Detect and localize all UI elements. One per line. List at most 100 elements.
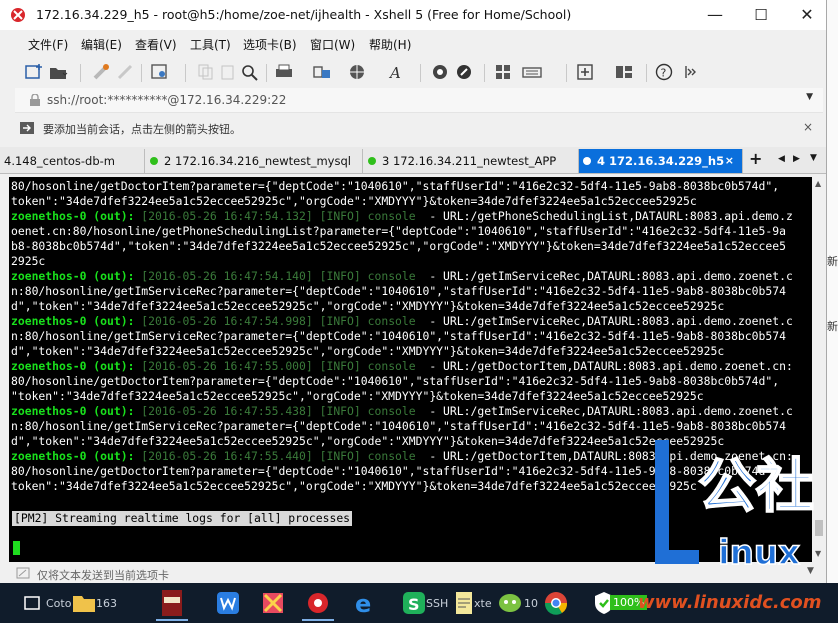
toolbar-separator [646, 64, 647, 82]
wps-writer-icon[interactable] [212, 587, 244, 619]
xshell-taskbar-icon[interactable] [302, 587, 334, 621]
hint-close-icon[interactable]: × [803, 120, 813, 134]
compose-bar[interactable]: 仅将文本发送到当前选项卡 ▼ [0, 564, 826, 583]
terminal-scrollbar[interactable]: ▲ ▼ [812, 177, 826, 562]
terminal-line: oenet.cn:80/hosonline/getPhoneScheduling… [11, 224, 811, 239]
toolbar-separator [141, 64, 142, 82]
log-message: - URL:/getImServiceRec,DATAURL:8083.api.… [422, 314, 793, 328]
terminal[interactable]: 80/hosonline/getDoctorItem?parameter={"d… [9, 177, 812, 562]
linux-probe-book-icon[interactable] [156, 587, 188, 621]
terminal-line: b8-8038bc0b574d","token":"34de7dfef3224e… [11, 239, 811, 254]
chat-app-icon[interactable] [494, 587, 526, 619]
paste-icon[interactable] [218, 63, 238, 81]
tab-session-3[interactable]: 3 172.16.34.211_newtest_APP [364, 149, 579, 173]
close-button[interactable]: ✕ [784, 0, 830, 30]
process-name: zoenethos-0 (out): [11, 404, 135, 418]
log-message: - URL:/getImServiceRec,DATAURL:8083.api.… [422, 269, 793, 283]
connected-dot-icon [583, 157, 591, 165]
scroll-up-icon[interactable]: ▲ [815, 179, 821, 188]
compose-dropdown-icon[interactable]: ▼ [807, 566, 814, 576]
reconnect-icon[interactable] [92, 63, 112, 81]
log-message: - URL:/getImServiceRec,DATAURL:8083.api.… [422, 404, 793, 418]
scrollbar-thumb[interactable] [815, 520, 823, 536]
watermark-url: www.linuxidc.com [638, 592, 822, 613]
log-message: d","token":"34de7dfef3224ee5a1c52eccee52… [11, 344, 725, 358]
terminal-line: "token":"34de7dfef3224ee5a1c52eccee52925… [11, 389, 811, 404]
toolbar: A ? [0, 57, 826, 87]
session-hint-bar: 要添加当前会话，点击左侧的箭头按钮。 × [15, 115, 823, 141]
title-bar: 172.16.34.229_h5 - root@h5:/home/zoe-net… [0, 0, 826, 30]
toolbar-separator [420, 64, 421, 82]
terminal-line: token":"34de7dfef3224ee5a1c52eccee52925c… [11, 194, 811, 209]
terminal-line: zoenethos-0 (out): [2016-05-26 16:47:54.… [11, 269, 811, 284]
address-bar[interactable]: ssh://root:**********@172.16.34.229:22 ▼ [15, 88, 823, 113]
toolbar-separator [266, 64, 267, 82]
log-timestamp: [2016-05-26 16:47:54.140] [INFO] console [134, 269, 423, 283]
taskbar-label: 10 [524, 597, 538, 610]
tab-session-1[interactable]: 4.148_centos-db-m [0, 149, 145, 173]
log-message: n:80/hosonline/getImServiceRec?parameter… [11, 329, 786, 343]
tab-close-icon[interactable]: × [725, 149, 734, 173]
taskbar-label: xte [474, 597, 492, 610]
menu-file[interactable]: 文件(F) [28, 36, 68, 53]
xmind-icon[interactable] [257, 587, 289, 619]
maximize-button[interactable]: ☐ [738, 0, 784, 30]
layout-icon[interactable] [494, 63, 514, 81]
edge-browser-icon[interactable]: e [350, 587, 382, 619]
xftp-icon[interactable] [430, 63, 450, 81]
log-message: 80/hosonline/getDoctorItem?parameter={"d… [11, 464, 780, 478]
terminal-line: zoenethos-0 (out): [2016-05-26 16:47:54.… [11, 209, 811, 224]
background-window-edge [827, 0, 838, 583]
find-icon[interactable] [240, 63, 260, 81]
new-session-icon[interactable] [24, 63, 44, 81]
transfer-icon[interactable] [312, 63, 332, 81]
tab-session-4-active[interactable]: 4 172.16.34.229_h5 × [579, 149, 743, 173]
disconnect-icon[interactable] [116, 63, 136, 81]
connected-dot-icon [368, 157, 376, 165]
tab-label: 4 172.16.34.229_h5 [597, 154, 725, 168]
script-icon[interactable] [454, 63, 474, 81]
keyboard-icon[interactable] [522, 63, 542, 81]
taskbar-label: 163 [96, 597, 117, 610]
address-dropdown-icon[interactable]: ▼ [806, 92, 813, 102]
copy-icon[interactable] [196, 63, 216, 81]
open-folder-icon[interactable] [48, 63, 68, 81]
terminal-line: 2925c [11, 254, 811, 269]
help-icon[interactable]: ? [655, 63, 675, 81]
tab-scroll-right-icon[interactable]: ▶ [793, 154, 800, 164]
menu-help[interactable]: 帮助(H) [369, 36, 411, 53]
minimize-button[interactable]: — [692, 0, 738, 30]
session-arrow-icon[interactable] [19, 121, 37, 135]
font-icon[interactable]: A [388, 63, 408, 81]
add-icon[interactable] [576, 63, 596, 81]
menu-view[interactable]: 查看(V) [135, 36, 177, 53]
svg-text:S: S [408, 595, 420, 614]
terminal-line: d","token":"34de7dfef3224ee5a1c52eccee52… [11, 434, 811, 449]
tab-label: 2 172.16.34.216_newtest_mysql [164, 154, 351, 168]
terminal-line: d","token":"34de7dfef3224ee5a1c52eccee52… [11, 299, 811, 314]
tab-scroll-left-icon[interactable]: ◀ [778, 154, 785, 164]
properties-icon[interactable] [150, 63, 170, 81]
menu-edit[interactable]: 编辑(E) [81, 36, 122, 53]
menu-window[interactable]: 窗口(W) [310, 36, 355, 53]
window-title: 172.16.34.229_h5 - root@h5:/home/zoe-net… [36, 7, 572, 22]
toolbar-overflow-icon[interactable] [681, 63, 701, 81]
xshell-app-icon [11, 8, 25, 22]
tab-list-icon[interactable]: ▼ [810, 153, 817, 163]
terminal-output: 80/hosonline/getDoctorItem?parameter={"d… [11, 179, 811, 494]
log-message: b8-8038bc0b574d","token":"34de7dfef3224e… [11, 239, 786, 253]
menu-tabs[interactable]: 选项卡(B) [243, 36, 297, 53]
add-tab-button[interactable]: + [749, 149, 762, 168]
tile-icon[interactable] [614, 63, 634, 81]
chrome-icon[interactable] [540, 587, 572, 619]
log-message: - URL:/getDoctorItem,DATAURL:8083.api.de… [422, 449, 793, 463]
globe-icon[interactable] [348, 63, 368, 81]
menu-tools[interactable]: 工具(T) [190, 36, 231, 53]
hint-text: 要添加当前会话，点击左侧的箭头按钮。 [43, 123, 241, 136]
scroll-down-icon[interactable]: ▼ [815, 549, 821, 558]
tab-session-2[interactable]: 2 172.16.34.216_newtest_mysql [146, 149, 363, 173]
task-view-icon[interactable] [16, 587, 48, 619]
print-icon[interactable] [274, 63, 294, 81]
log-message: n:80/hosonline/getImServiceRec?parameter… [11, 419, 786, 433]
terminal-line: zoenethos-0 (out): [2016-05-26 16:47:55.… [11, 404, 811, 419]
